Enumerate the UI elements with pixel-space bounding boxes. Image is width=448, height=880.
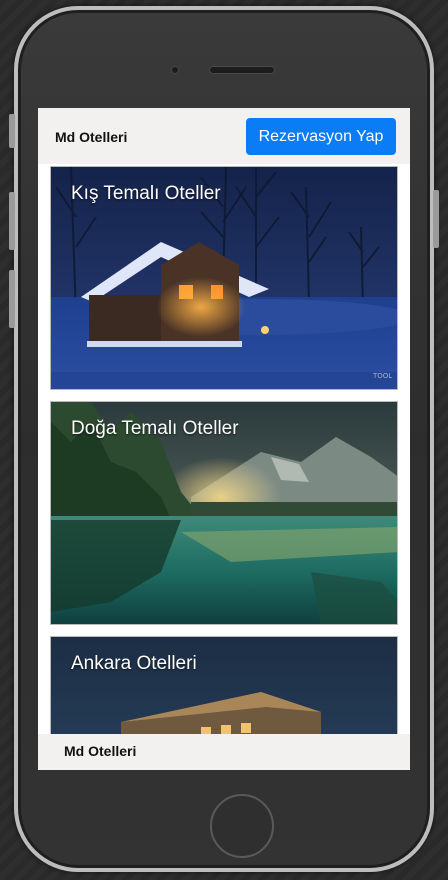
hotel-list: TOOL Kış Temalı Oteller Doğa Temalı Otel… — [38, 164, 410, 734]
hotel-card-ankara[interactable]: Ankara Otelleri — [50, 636, 398, 734]
power-button[interactable] — [433, 190, 439, 248]
home-button[interactable] — [210, 794, 274, 858]
front-camera — [171, 66, 179, 74]
card-title-nature: Doğa Temalı Oteller — [71, 418, 239, 439]
footer-brand: Md Otelleri — [64, 743, 137, 759]
card-title-winter: Kış Temalı Oteller — [71, 183, 221, 204]
navbar: Md Otelleri Rezervasyon Yap — [38, 108, 410, 164]
navbar-brand[interactable]: Md Otelleri — [55, 129, 127, 145]
mute-switch[interactable] — [9, 114, 15, 148]
watermark: TOOL — [372, 372, 392, 380]
hotel-card-winter[interactable]: TOOL Kış Temalı Oteller — [50, 166, 398, 390]
volume-down-button[interactable] — [9, 270, 15, 328]
volume-up-button[interactable] — [9, 192, 15, 250]
earpiece-speaker — [209, 66, 275, 74]
app-screen: Md Otelleri Rezervasyon Yap TOOL Kış Tem… — [38, 108, 410, 770]
card-title-ankara: Ankara Otelleri — [71, 653, 197, 674]
footer: Md Otelleri — [38, 734, 410, 770]
hotel-card-nature[interactable]: Doğa Temalı Oteller — [50, 401, 398, 625]
ankara-hotel-image — [51, 637, 397, 734]
reservation-button[interactable]: Rezervasyon Yap — [246, 118, 396, 155]
